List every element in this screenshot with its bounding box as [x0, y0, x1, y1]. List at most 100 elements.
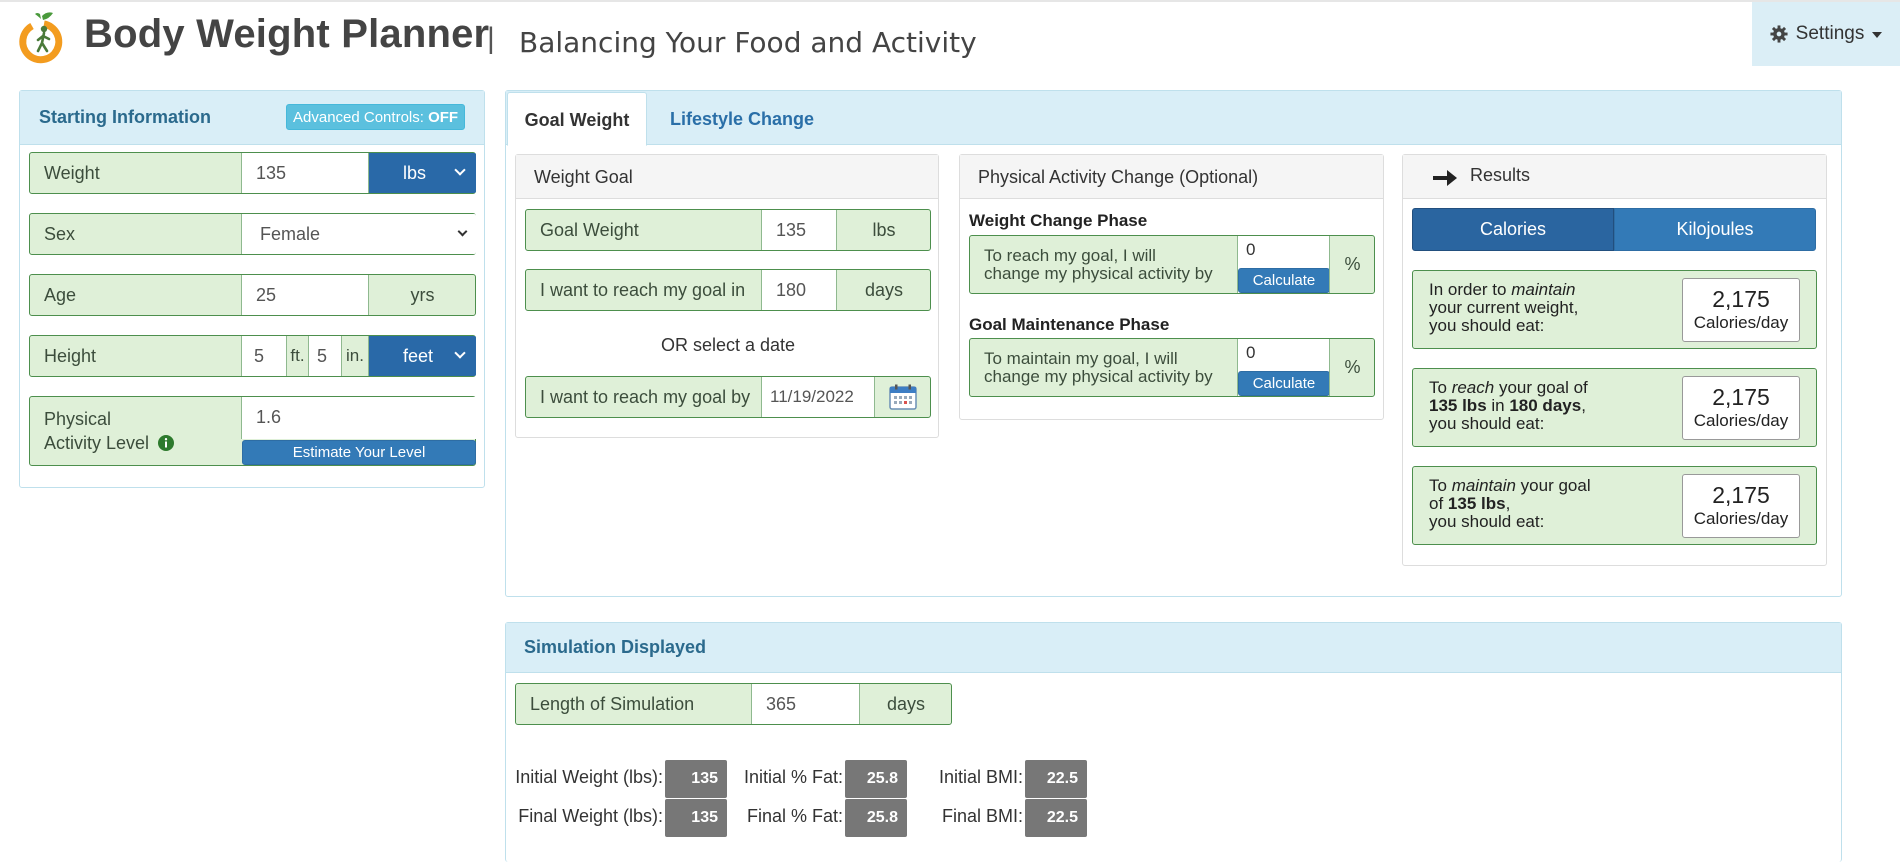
result-text-emphasis: reach [1451, 378, 1495, 397]
final-bmi-label: Final BMI: [941, 806, 1023, 826]
change-phase-text: To reach my goal, I will change my physi… [984, 247, 1213, 283]
height-inches-input[interactable]: 5 [308, 336, 341, 376]
reach-in-days-input[interactable]: 180 [761, 270, 836, 310]
change-phase-unit: % [1329, 236, 1375, 293]
maintenance-phase-input-group: 0 Calculate [1237, 339, 1330, 396]
goal-panel: Goal Weight Lifestyle Change Weight Goal… [505, 90, 1842, 597]
goal-weight-label: Goal Weight [540, 220, 639, 240]
starting-information-panel: Starting Information Advanced Controls: … [19, 90, 485, 488]
result-maintain-current: In order to maintain your current weight… [1412, 270, 1817, 349]
calendar-button[interactable] [874, 377, 931, 417]
panel-header: Starting Information Advanced Controls: … [20, 91, 484, 145]
chevron-down-icon [454, 164, 466, 176]
result-maintain-goal-value: 2,175 Calories/day [1682, 474, 1800, 538]
height-feet-input[interactable]: 5 [241, 336, 286, 376]
settings-button[interactable]: Settings [1752, 2, 1900, 66]
maintenance-phase-calculate-button[interactable]: Calculate [1238, 371, 1330, 396]
goal-weight-row: Goal Weight 135 lbs [525, 209, 931, 251]
final-bmi-value: 22.5 [1025, 799, 1087, 837]
age-label: Age [44, 285, 77, 305]
calendar-icon [889, 384, 917, 410]
result-text-line: you should eat: [1429, 316, 1545, 335]
result-maintain-goal: To maintain your goal of 135 lbs, you sh… [1412, 466, 1817, 545]
weight-goal-panel: Weight Goal Goal Weight 135 lbs I want t… [515, 154, 939, 438]
or-select-date-text: OR select a date [660, 335, 796, 355]
result-text-part: of [1429, 494, 1448, 513]
result-text-line: you should eat: [1429, 512, 1545, 531]
initial-fat-value: 25.8 [845, 760, 907, 798]
results-title: Results [1470, 165, 1531, 185]
result-text-part: your goal of [1494, 378, 1588, 397]
gear-icon [1770, 25, 1788, 43]
reach-by-date-input[interactable]: 11/19/2022 [761, 377, 874, 417]
activity-change-panel: Physical Activity Change (Optional) Weig… [959, 154, 1384, 420]
result-text-line: your current weight, [1429, 298, 1579, 317]
result-text-part: , [1505, 494, 1511, 513]
initial-bmi-value: 22.5 [1025, 760, 1087, 798]
chevron-down-icon [457, 226, 468, 237]
height-inches-unit: in. [341, 336, 368, 376]
result-text-part: To [1429, 476, 1452, 495]
app-logo-icon [18, 10, 68, 64]
maintenance-phase-input[interactable]: 0 [1246, 343, 1255, 363]
change-phase-line1: To reach my goal, I will [984, 246, 1156, 265]
change-phase-row: To reach my goal, I will change my physi… [969, 235, 1375, 294]
settings-label: Settings [1795, 23, 1865, 44]
activity-change-header: Physical Activity Change (Optional) [960, 155, 1383, 199]
final-fat-label: Final % Fat: [746, 806, 843, 826]
height-feet-unit: ft. [286, 336, 308, 376]
kilojoules-toggle[interactable]: Kilojoules [1614, 208, 1816, 251]
app-subtitle: Balancing Your Food and Activity [519, 26, 977, 59]
final-fat-value: 25.8 [845, 799, 907, 837]
simulation-header: Simulation Displayed [506, 623, 1841, 673]
calories-toggle[interactable]: Calories [1412, 208, 1614, 251]
advanced-controls-state: OFF [428, 109, 459, 126]
simulation-length-input[interactable]: 365 [751, 684, 859, 724]
results-panel: Results Calories Kilojoules In order to … [1402, 154, 1827, 566]
result-text-bold: 135 lbs [1447, 494, 1506, 513]
estimate-level-button[interactable]: Estimate Your Level [242, 440, 476, 465]
calories-value: 2,175 [1712, 482, 1770, 508]
chevron-down-icon [454, 347, 466, 359]
calories-unit: Calories/day [1693, 313, 1789, 332]
height-unit-select[interactable]: feet [368, 336, 476, 376]
sex-label: Sex [44, 224, 76, 244]
change-phase-input-group: 0 Calculate [1237, 236, 1330, 293]
starting-information-title: Starting Information [39, 107, 211, 127]
results-header: Results [1403, 155, 1826, 199]
title-separator: | [487, 22, 495, 55]
simulation-length-unit: days [859, 684, 952, 724]
tab-goal-weight[interactable]: Goal Weight [507, 92, 647, 146]
final-weight-label: Final Weight (lbs): [518, 806, 663, 826]
reach-by-label: I want to reach my goal by [540, 387, 751, 407]
initial-fat-label: Initial % Fat: [743, 767, 843, 787]
info-icon[interactable] [158, 435, 175, 451]
change-phase-input[interactable]: 0 [1246, 240, 1255, 260]
activity-label: Physical Activity Level [44, 407, 175, 455]
activity-change-title: Physical Activity Change (Optional) [978, 167, 1259, 187]
activity-label-line1: Physical [44, 409, 112, 429]
maintenance-phase-line2: change my physical activity by [984, 367, 1213, 386]
weight-unit-select[interactable]: lbs [368, 153, 476, 193]
sex-select[interactable]: Female [241, 214, 476, 254]
goal-weight-input[interactable]: 135 [761, 210, 836, 250]
result-maintain-current-text: In order to maintain your current weight… [1429, 281, 1578, 335]
top-border [0, 0, 1900, 2]
activity-level-input[interactable]: 1.6 [241, 397, 476, 439]
result-reach-goal-value: 2,175 Calories/day [1682, 376, 1800, 440]
age-input[interactable]: 25 [241, 275, 368, 315]
weight-input[interactable]: 135 [241, 153, 368, 193]
tab-lifestyle-change[interactable]: Lifestyle Change [670, 109, 814, 130]
advanced-controls-toggle[interactable]: Advanced Controls: OFF [286, 104, 466, 130]
calories-value: 2,175 [1712, 286, 1770, 312]
weight-goal-header: Weight Goal [516, 155, 938, 199]
result-text-part: , [1581, 396, 1586, 415]
final-weight-value: 135 [665, 799, 727, 837]
change-phase-line2: change my physical activity by [984, 264, 1213, 283]
change-phase-calculate-button[interactable]: Calculate [1238, 268, 1330, 293]
result-text-part: In order to [1429, 280, 1512, 299]
result-text-emphasis: maintain [1451, 476, 1516, 495]
maintenance-phase-line1: To maintain my goal, I will [984, 349, 1178, 368]
reach-in-row: I want to reach my goal in 180 days [525, 269, 931, 311]
maintenance-phase-text: To maintain my goal, I will change my ph… [984, 350, 1213, 386]
